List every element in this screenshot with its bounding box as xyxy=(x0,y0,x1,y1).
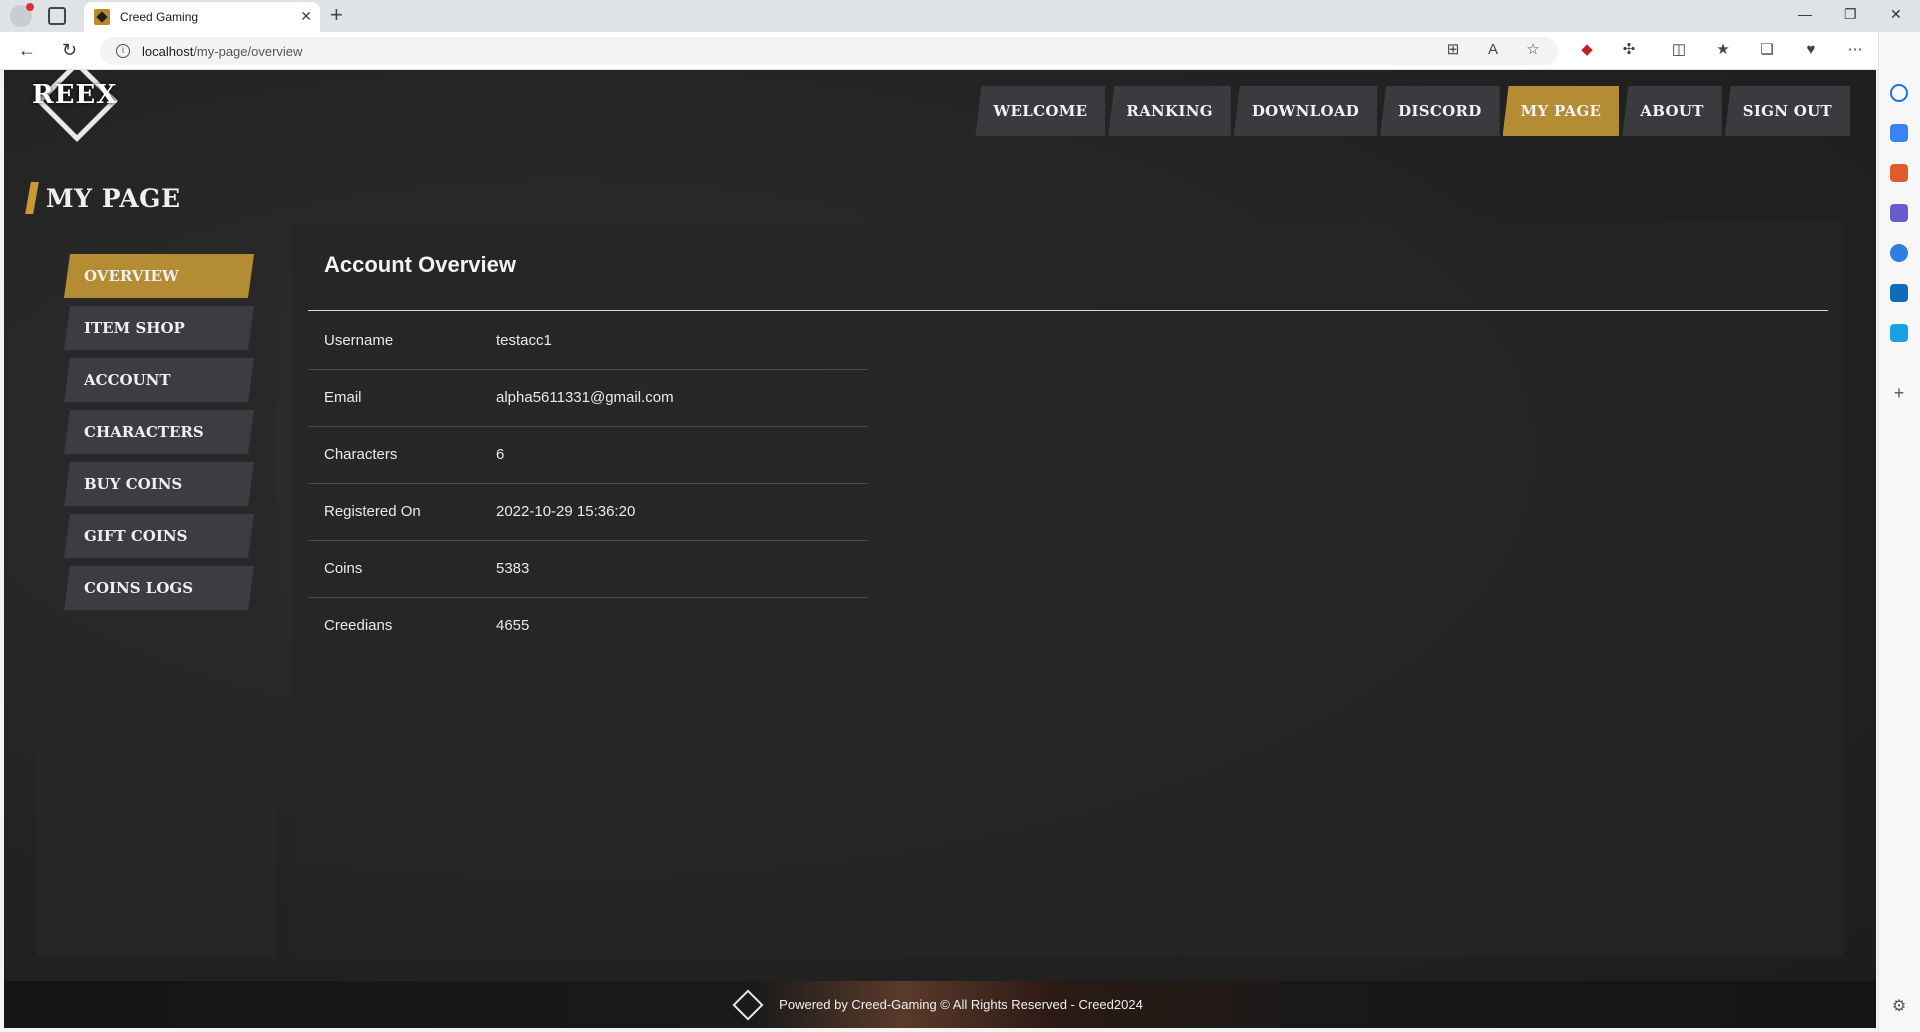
row-value: testacc1 xyxy=(496,312,868,370)
tools-icon[interactable] xyxy=(1890,164,1908,182)
row-label: Registered On xyxy=(308,483,496,541)
menu-characters[interactable]: CHARACTERS xyxy=(64,410,254,454)
page-title: MY PAGE xyxy=(25,182,181,214)
row-label: Characters xyxy=(308,426,496,484)
nav-my-page[interactable]: MY PAGE xyxy=(1502,86,1620,136)
logo-text: REEX xyxy=(32,80,118,110)
address-bar-row: ← ↻ i localhost /my-page/overview ⊞ A ☆ … xyxy=(0,32,1920,70)
url-path: /my-page/overview xyxy=(193,43,303,59)
split-screen-icon[interactable]: ◫ xyxy=(1670,41,1688,59)
row-label: Creedians xyxy=(324,617,393,635)
footer-logo-icon xyxy=(732,988,764,1021)
nav-welcome[interactable]: WELCOME xyxy=(975,86,1106,136)
microsoft-365-icon[interactable] xyxy=(1890,244,1908,262)
table-row: Characters 6 xyxy=(308,426,868,484)
row-value: 5383 xyxy=(496,540,868,598)
row-value: 6 xyxy=(496,426,868,484)
nav-sign-out[interactable]: SIGN OUT xyxy=(1724,86,1850,136)
menu-coins-logs[interactable]: COINS LOGS xyxy=(64,566,254,610)
url-host: localhost xyxy=(142,43,194,59)
refresh-button[interactable]: ↻ xyxy=(62,40,77,60)
footer-text: Powered by Creed-Gaming © All Rights Res… xyxy=(779,997,1143,1012)
overview-heading: Account Overview xyxy=(324,252,516,277)
row-value: 2022-10-29 15:36:20 xyxy=(496,483,868,541)
nav-discord[interactable]: DISCORD xyxy=(1380,86,1500,136)
table-row: Registered On 2022-10-29 15:36:20 xyxy=(308,483,868,541)
nav-ranking[interactable]: RANKING xyxy=(1108,86,1231,136)
add-sidebar-icon[interactable]: + xyxy=(1890,384,1908,402)
close-tab-icon[interactable]: ✕ xyxy=(300,8,312,25)
outlook-icon[interactable] xyxy=(1890,284,1908,302)
page-viewport: REEX WELCOME RANKING DOWNLOAD DISCORD MY… xyxy=(4,70,1876,1028)
extensions-icon[interactable]: ✣ xyxy=(1620,41,1638,59)
menu-overview[interactable]: OVERVIEW xyxy=(64,254,254,298)
page-title-text: MY PAGE xyxy=(46,183,181,213)
row-label: Email xyxy=(308,369,496,427)
app-available-icon[interactable]: ⊞ xyxy=(1444,41,1462,59)
favorite-star-icon[interactable]: ☆ xyxy=(1524,41,1542,59)
page-footer: Powered by Creed-Gaming © All Rights Res… xyxy=(4,981,1876,1028)
tab-title: Creed Gaming xyxy=(120,10,199,24)
menu-buy-coins[interactable]: BUY COINS xyxy=(64,462,254,506)
send-icon[interactable] xyxy=(1890,324,1908,342)
row-label: Coins xyxy=(308,540,496,598)
favorites-icon[interactable]: ★ xyxy=(1714,41,1732,59)
restore-button[interactable]: ❐ xyxy=(1844,6,1857,23)
nav-download[interactable]: DOWNLOAD xyxy=(1233,86,1378,136)
menu-account[interactable]: ACCOUNT xyxy=(64,358,254,402)
table-row: Creedians 4655 xyxy=(308,597,868,654)
heading-divider xyxy=(308,310,1828,311)
row-value: 4655 xyxy=(496,617,530,635)
back-button[interactable]: ← xyxy=(18,40,36,60)
account-info-table: Username testacc1 Email alpha5611331@gma… xyxy=(308,312,868,654)
close-window-button[interactable]: ✕ xyxy=(1890,6,1902,23)
row-value: alpha5611331@gmail.com xyxy=(496,369,868,427)
minimize-button[interactable]: — xyxy=(1798,6,1812,22)
table-row: Username testacc1 xyxy=(308,312,868,370)
settings-gear-icon[interactable]: ⚙ xyxy=(1890,998,1908,1016)
menu-item-shop[interactable]: ITEM SHOP xyxy=(64,306,254,350)
nav-about[interactable]: ABOUT xyxy=(1622,86,1722,136)
new-tab-button[interactable]: + xyxy=(330,4,343,26)
account-overview-panel: Account Overview Username testacc1 Email… xyxy=(292,222,1844,957)
more-menu-icon[interactable]: ⋯ xyxy=(1846,41,1864,59)
menu-gift-coins[interactable]: GIFT COINS xyxy=(64,514,254,558)
search-icon[interactable] xyxy=(1890,84,1908,102)
browser-essentials-icon[interactable]: ♥ xyxy=(1802,41,1820,59)
site-info-icon[interactable]: i xyxy=(116,44,130,58)
browser-tab-bar: Creed Gaming ✕ + — ❐ ✕ xyxy=(0,0,1920,32)
site-logo[interactable]: REEX xyxy=(22,70,134,148)
browser-tab[interactable]: Creed Gaming ✕ xyxy=(84,2,320,32)
url-field[interactable]: i localhost /my-page/overview xyxy=(100,37,1558,65)
profile-avatar-icon[interactable] xyxy=(10,3,34,27)
read-aloud-icon[interactable]: A xyxy=(1484,41,1502,59)
row-label: Username xyxy=(308,312,496,370)
browser-sidebar: + ⚙ xyxy=(1878,32,1920,1032)
shield-extension-icon[interactable]: ◆ xyxy=(1578,41,1596,59)
side-menu: OVERVIEW ITEM SHOP ACCOUNT CHARACTERS BU… xyxy=(64,254,254,618)
games-icon[interactable] xyxy=(1890,204,1908,222)
table-row: Email alpha5611331@gmail.com xyxy=(308,369,868,427)
title-accent-bar xyxy=(25,182,39,214)
collections-icon[interactable]: ❏ xyxy=(1758,41,1776,59)
tab-actions-icon[interactable] xyxy=(48,7,66,25)
table-row: Coins 5383 xyxy=(308,540,868,598)
main-navigation: WELCOME RANKING DOWNLOAD DISCORD MY PAGE… xyxy=(975,86,1850,136)
site-favicon-icon xyxy=(94,9,110,25)
shopping-tag-icon[interactable] xyxy=(1890,124,1908,142)
